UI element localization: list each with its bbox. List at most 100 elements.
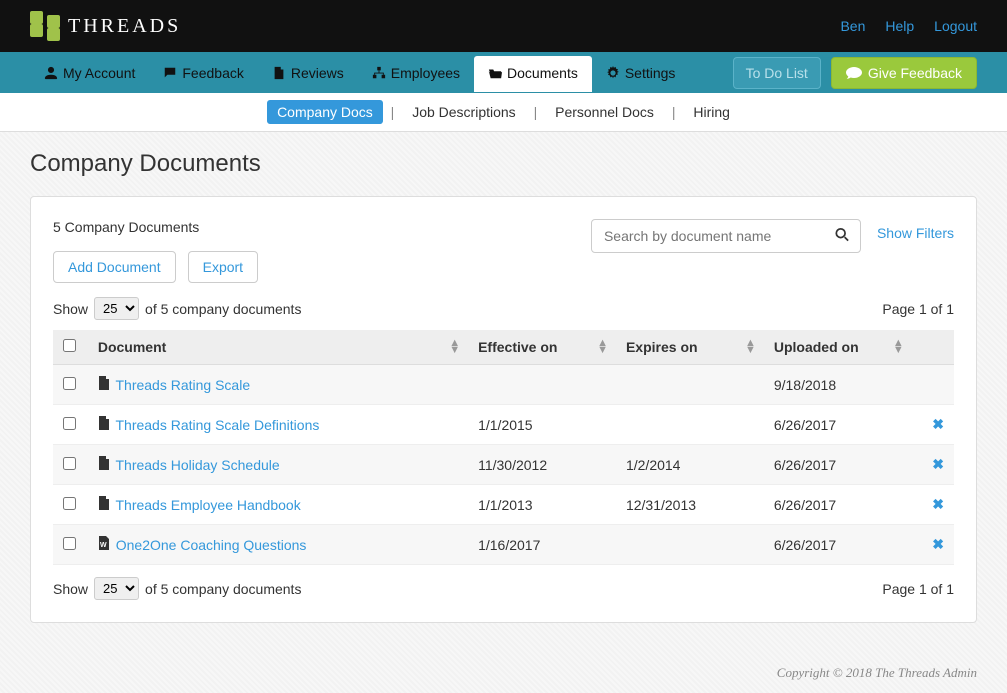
document-link[interactable]: Threads Rating Scale Definitions: [115, 417, 319, 433]
separator: |: [534, 104, 538, 120]
nav-reviews[interactable]: Reviews: [258, 54, 358, 92]
file-pdf-icon: [98, 457, 110, 473]
page-info: Page 1 of 1: [882, 581, 954, 597]
file-pdf-icon: [98, 417, 110, 433]
nav-label: Employees: [391, 65, 460, 81]
column-effective[interactable]: Effective on▲▼: [468, 330, 616, 365]
chat-icon: [846, 66, 862, 80]
folder-open-icon: [488, 66, 502, 80]
delete-icon[interactable]: ✖: [932, 496, 944, 512]
row-checkbox[interactable]: [63, 497, 76, 510]
table-row: Threads Employee Handbook 1/1/201312/31/2…: [53, 485, 954, 525]
document-link[interactable]: Threads Rating Scale: [115, 377, 250, 393]
row-checkbox[interactable]: [63, 537, 76, 550]
sort-icon: ▲▼: [597, 340, 608, 354]
show-label-post: of 5 company documents: [145, 301, 301, 317]
nav-documents[interactable]: Documents: [474, 56, 592, 92]
row-checkbox[interactable]: [63, 457, 76, 470]
give-feedback-label: Give Feedback: [868, 65, 962, 81]
search-input[interactable]: [591, 219, 861, 253]
user-icon: [44, 66, 58, 80]
sort-icon: ▲▼: [745, 340, 756, 354]
uploaded-date: 9/18/2018: [764, 365, 912, 405]
subnav-job-descriptions[interactable]: Job Descriptions: [402, 100, 526, 124]
effective-date: 1/1/2015: [468, 405, 616, 445]
document-link[interactable]: One2One Coaching Questions: [116, 537, 307, 553]
uploaded-date: 6/26/2017: [764, 405, 912, 445]
delete-icon[interactable]: ✖: [932, 456, 944, 472]
document-link[interactable]: Threads Holiday Schedule: [115, 457, 279, 473]
document-count: 5 Company Documents: [53, 219, 258, 235]
expires-date: [616, 405, 764, 445]
page-info: Page 1 of 1: [882, 301, 954, 317]
logout-link[interactable]: Logout: [934, 18, 977, 34]
org-icon: [372, 66, 386, 80]
subnav-hiring[interactable]: Hiring: [683, 100, 740, 124]
column-document[interactable]: Document▲▼: [88, 330, 468, 365]
show-filters-link[interactable]: Show Filters: [877, 219, 954, 241]
nav-feedback[interactable]: Feedback: [149, 54, 257, 92]
nav-label: Feedback: [182, 65, 243, 81]
help-link[interactable]: Help: [885, 18, 914, 34]
show-label-pre: Show: [53, 581, 88, 597]
show-label-post: of 5 company documents: [145, 581, 301, 597]
footer-copyright: Copyright © 2018 The Threads Admin: [0, 653, 1007, 693]
separator: |: [391, 104, 395, 120]
subnav-company-docs[interactable]: Company Docs: [267, 100, 383, 124]
table-row: W One2One Coaching Questions1/16/20176/2…: [53, 525, 954, 565]
table-row: Threads Holiday Schedule 11/30/20121/2/20…: [53, 445, 954, 485]
nav-my-account[interactable]: My Account: [30, 54, 149, 92]
documents-panel: 5 Company Documents Add Document Export …: [30, 196, 977, 623]
per-page-select[interactable]: 25: [94, 297, 139, 320]
user-link[interactable]: Ben: [840, 18, 865, 34]
row-checkbox[interactable]: [63, 417, 76, 430]
delete-icon[interactable]: ✖: [932, 416, 944, 432]
file-pdf-icon: [98, 497, 110, 513]
add-document-button[interactable]: Add Document: [53, 251, 176, 283]
expires-date: [616, 525, 764, 565]
nav-settings[interactable]: Settings: [592, 54, 690, 92]
expires-date: 12/31/2013: [616, 485, 764, 525]
gear-icon: [606, 66, 620, 80]
table-row: Threads Rating Scale Definitions 1/1/2015…: [53, 405, 954, 445]
delete-icon[interactable]: ✖: [932, 536, 944, 552]
brand-text: THREADS: [68, 15, 181, 38]
effective-date: 1/1/2013: [468, 485, 616, 525]
sort-icon: ▲▼: [449, 340, 460, 354]
todo-list-button[interactable]: To Do List: [733, 57, 821, 89]
nav-employees[interactable]: Employees: [358, 54, 474, 92]
export-button[interactable]: Export: [188, 251, 258, 283]
select-all-checkbox[interactable]: [63, 339, 76, 352]
nav-label: My Account: [63, 65, 135, 81]
give-feedback-button[interactable]: Give Feedback: [831, 57, 977, 89]
subnav: Company Docs | Job Descriptions | Person…: [0, 93, 1007, 132]
file-icon: [272, 66, 286, 80]
search-icon[interactable]: [835, 228, 849, 245]
show-label-pre: Show: [53, 301, 88, 317]
documents-table: Document▲▼ Effective on▲▼ Expires on▲▼ U…: [53, 330, 954, 565]
uploaded-date: 6/26/2017: [764, 445, 912, 485]
expires-date: 1/2/2014: [616, 445, 764, 485]
file-word-icon: W: [98, 537, 110, 553]
effective-date: [468, 365, 616, 405]
page-title: Company Documents: [30, 150, 977, 178]
per-page-select[interactable]: 25: [94, 577, 139, 600]
nav-label: Settings: [625, 65, 676, 81]
column-expires[interactable]: Expires on▲▼: [616, 330, 764, 365]
uploaded-date: 6/26/2017: [764, 485, 912, 525]
column-uploaded[interactable]: Uploaded on▲▼: [764, 330, 912, 365]
svg-text:W: W: [100, 542, 107, 549]
brand-logo[interactable]: THREADS: [30, 11, 181, 41]
table-row: Threads Rating Scale 9/18/2018: [53, 365, 954, 405]
chat-icon: [163, 66, 177, 80]
separator: |: [672, 104, 676, 120]
effective-date: 11/30/2012: [468, 445, 616, 485]
nav-label: Documents: [507, 65, 578, 81]
logo-icon: [30, 11, 60, 41]
nav-label: Reviews: [291, 65, 344, 81]
row-checkbox[interactable]: [63, 377, 76, 390]
file-pdf-icon: [98, 377, 110, 393]
document-link[interactable]: Threads Employee Handbook: [115, 497, 300, 513]
sort-icon: ▲▼: [893, 340, 904, 354]
subnav-personnel-docs[interactable]: Personnel Docs: [545, 100, 664, 124]
